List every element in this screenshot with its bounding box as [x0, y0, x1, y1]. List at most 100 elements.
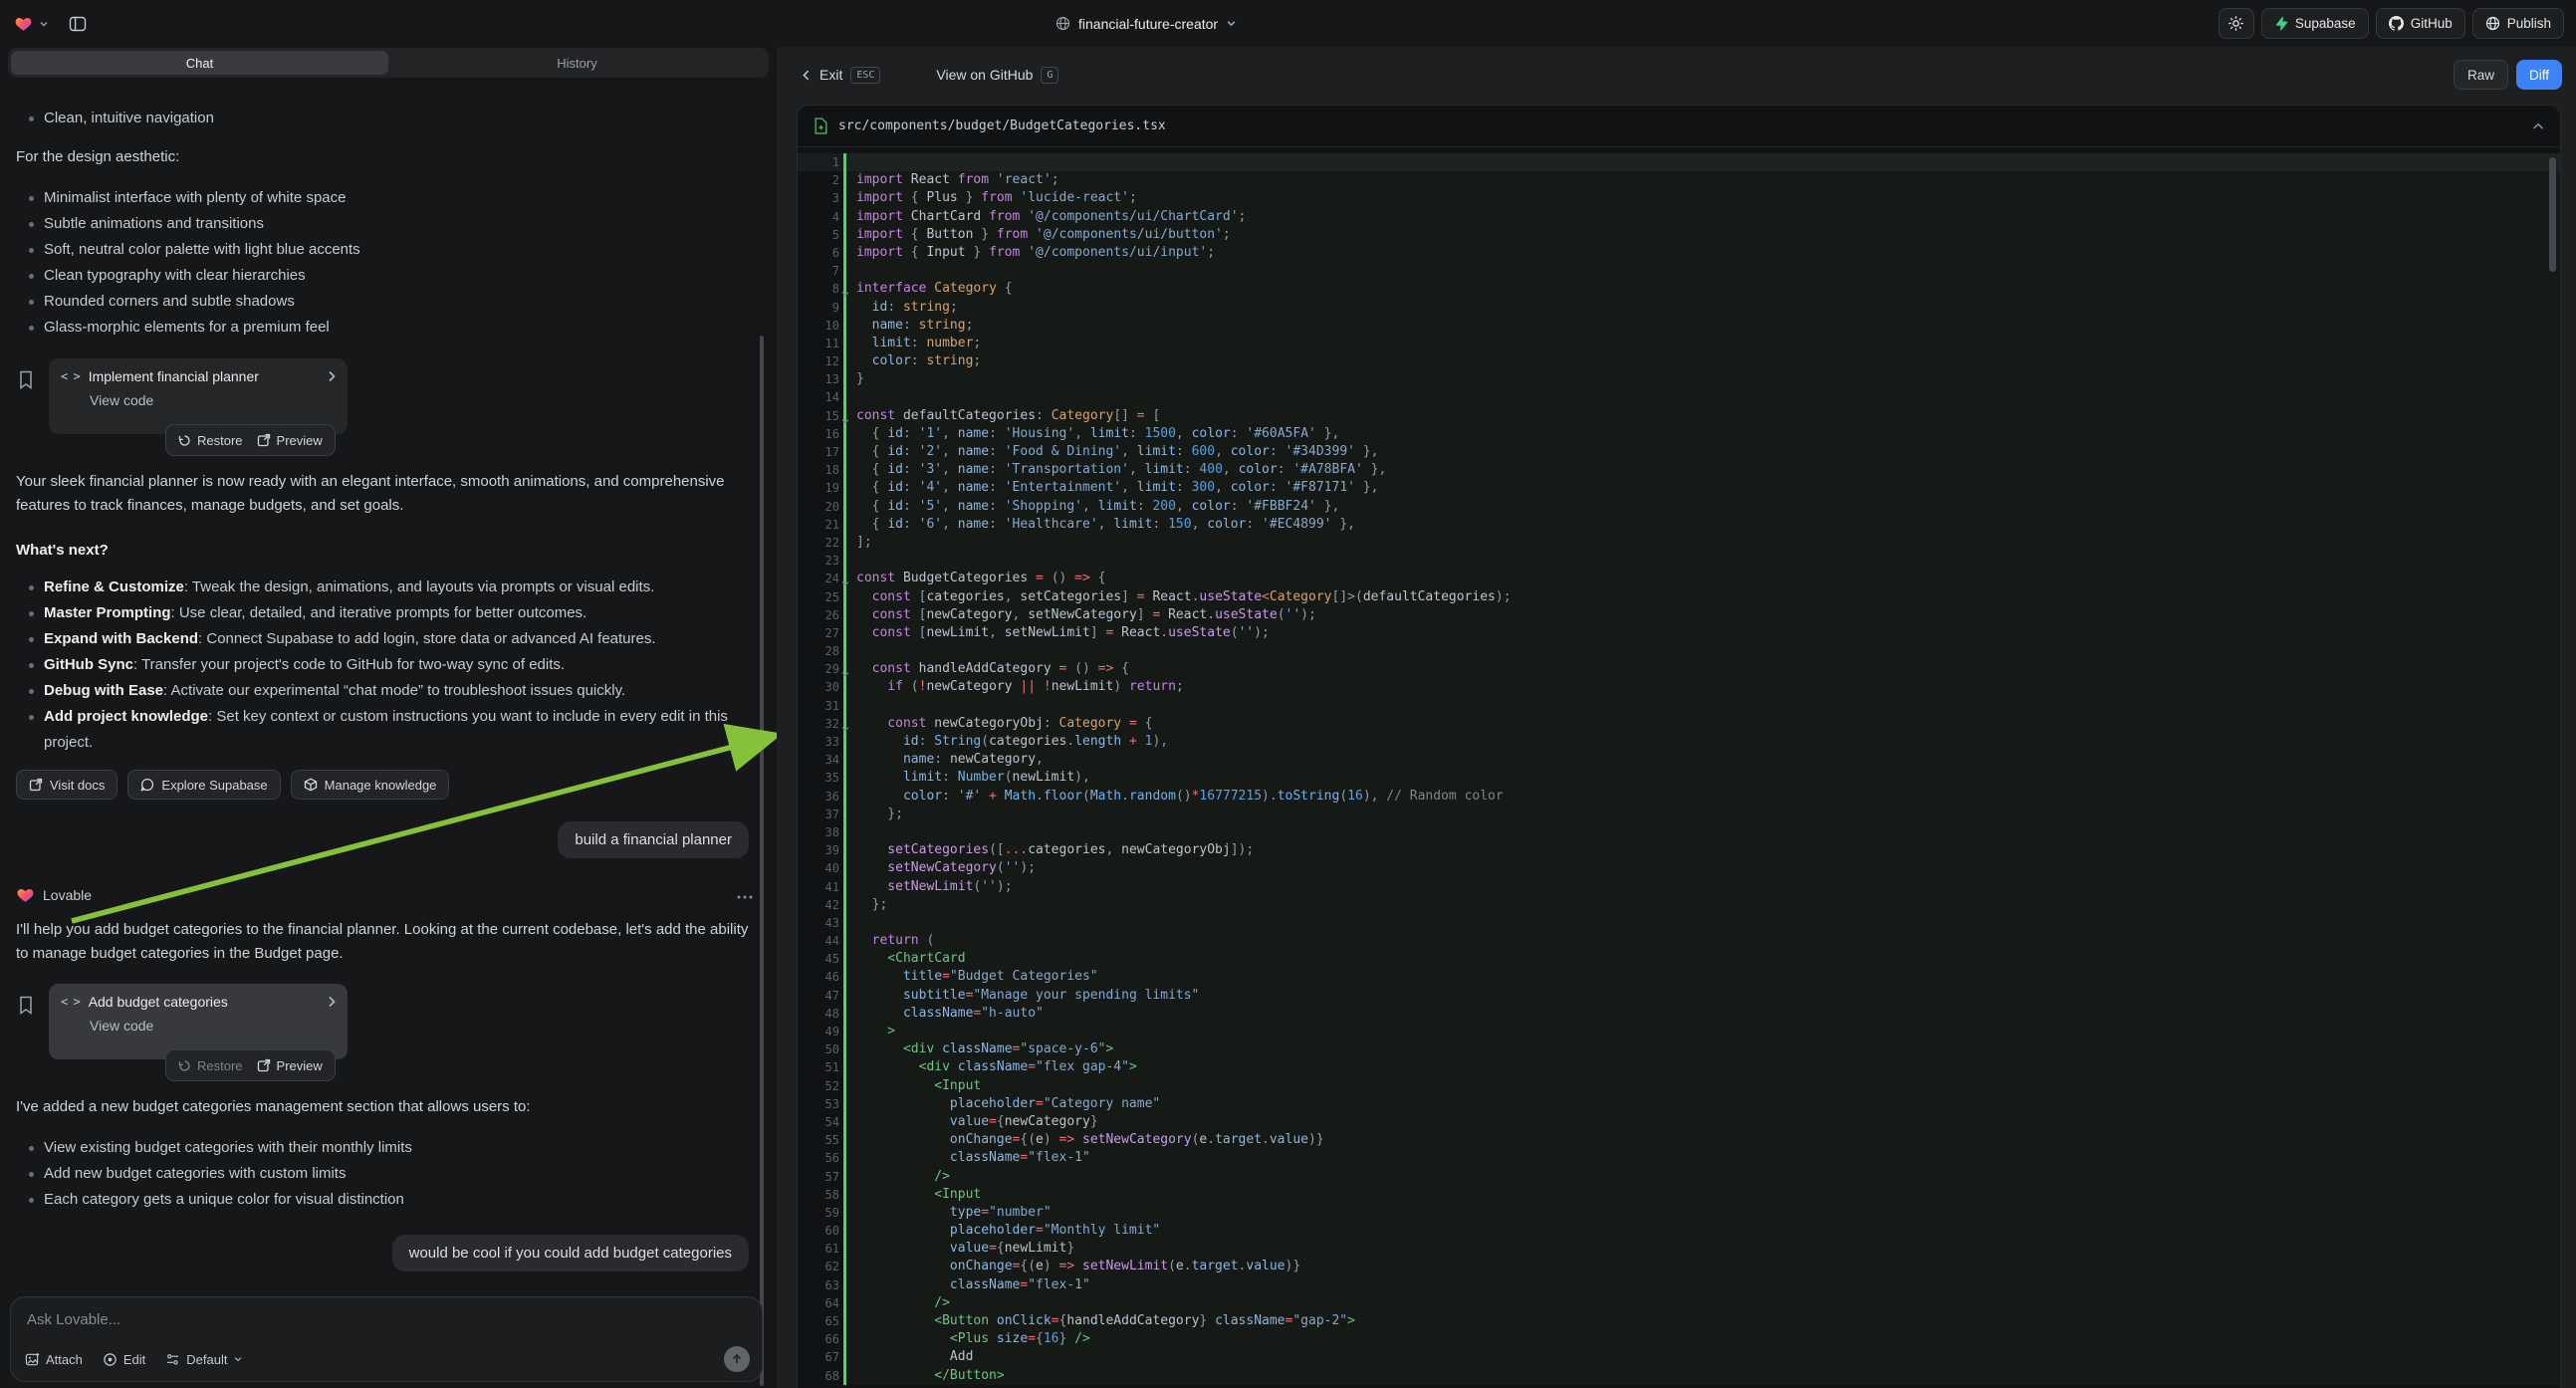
- settings-gear-button[interactable]: [2219, 8, 2254, 39]
- workspace-chevron-down-icon[interactable]: [39, 19, 49, 29]
- assistant-header: Lovable: [16, 886, 757, 904]
- code-line: 5import { Button } from '@/components/ui…: [798, 226, 2560, 244]
- code-line: 38: [798, 823, 2560, 841]
- code-text: return (: [846, 932, 2560, 950]
- bullet-dot-icon: [29, 689, 34, 694]
- raw-toggle-button[interactable]: Raw: [2454, 60, 2508, 90]
- version-card[interactable]: < >Add budget categoriesView code: [49, 984, 348, 1059]
- code-view-header: Exit ESC View on GitHub G Raw Diff: [777, 47, 2576, 103]
- exit-button[interactable]: Exit ESC: [801, 67, 880, 84]
- code-text: { id: '4', name: 'Entertainment', limit:…: [846, 479, 2560, 497]
- github-button[interactable]: GitHub: [2376, 8, 2465, 39]
- code-text: onChange={(e) => setNewCategory(e.target…: [846, 1131, 2560, 1149]
- preview-icon: [257, 1058, 271, 1072]
- code-text: <ChartCard: [846, 950, 2560, 968]
- line-number: 21: [798, 516, 843, 534]
- code-text: { id: '2', name: 'Food & Dining', limit:…: [846, 443, 2560, 461]
- restore-button[interactable]: Restore: [178, 433, 243, 448]
- collapse-chevron-up-icon[interactable]: [2532, 122, 2544, 130]
- message-options-icon[interactable]: [737, 886, 753, 904]
- supabase-button[interactable]: Supabase: [2261, 8, 2369, 39]
- code-line: 66 <Plus size={16} />: [798, 1330, 2560, 1348]
- restore-button[interactable]: Restore: [178, 1058, 243, 1073]
- lovable-logo-heart-icon[interactable]: [14, 15, 33, 33]
- code-line: 57 />: [798, 1168, 2560, 1186]
- code-line: 46 title="Budget Categories": [798, 968, 2560, 986]
- bullet-dot-icon: [29, 196, 34, 201]
- bookmark-icon[interactable]: [18, 996, 34, 1020]
- chat-input[interactable]: Ask Lovable...: [27, 1311, 748, 1328]
- code-line: 22];: [798, 534, 2560, 552]
- project-switcher[interactable]: financial-future-creator: [1055, 0, 1237, 47]
- mode-select-default[interactable]: Default: [165, 1352, 243, 1367]
- code-line: 3import { Plus } from 'lucide-react';: [798, 189, 2560, 207]
- code-text: [846, 552, 2560, 570]
- line-number: 11: [798, 335, 843, 352]
- list-item-text: Debug with Ease: Activate our experiment…: [44, 678, 625, 704]
- code-text: <div className="flex gap-4">: [846, 1058, 2560, 1076]
- file-header[interactable]: src/components/budget/BudgetCategories.t…: [798, 106, 2560, 147]
- edit-select-button[interactable]: Edit: [103, 1352, 145, 1367]
- diff-toggle-button[interactable]: Diff: [2516, 60, 2562, 90]
- explore-supabase-button[interactable]: Explore Supabase: [127, 770, 280, 800]
- attach-button[interactable]: Attach: [25, 1352, 83, 1367]
- code-line: 30 if (!newCategory || !newLimit) return…: [798, 678, 2560, 696]
- line-number: 5: [798, 226, 843, 244]
- tab-history[interactable]: History: [388, 51, 766, 75]
- code-line: 51 <div className="flex gap-4">: [798, 1058, 2560, 1076]
- visit-docs-button[interactable]: Visit docs: [16, 770, 117, 800]
- line-number: 45: [798, 950, 843, 968]
- code-line: 47 subtitle="Manage your spending limits…: [798, 987, 2560, 1005]
- code-icon: < >: [61, 369, 80, 383]
- line-number: 39: [798, 841, 843, 859]
- line-number: 59: [798, 1204, 843, 1222]
- preview-button[interactable]: Preview: [257, 1058, 323, 1073]
- list-item: Minimalist interface with plenty of whit…: [16, 185, 757, 211]
- view-code-link[interactable]: View code: [90, 392, 336, 408]
- line-number: 60: [798, 1222, 843, 1240]
- chip-label: Visit docs: [50, 778, 105, 793]
- chevron-right-icon: [328, 996, 336, 1008]
- line-number: 61: [798, 1240, 843, 1258]
- line-number: 16: [798, 425, 843, 443]
- chat-composer[interactable]: Ask Lovable... Attach Edit Default: [10, 1296, 763, 1382]
- publish-globe-icon: [2485, 16, 2500, 31]
- code-text: const [newCategory, setNewCategory] = Re…: [846, 606, 2560, 624]
- preview-button[interactable]: Preview: [257, 433, 323, 448]
- send-button[interactable]: [724, 1346, 750, 1372]
- code-line: 6import { Input } from '@/components/ui/…: [798, 244, 2560, 262]
- version-card[interactable]: < > Implement financial planner View code: [49, 358, 348, 434]
- version-card-title: Add budget categories: [89, 994, 319, 1010]
- view-code-link[interactable]: View code: [90, 1018, 336, 1034]
- list-item-text: Glass-morphic elements for a premium fee…: [44, 315, 330, 341]
- list-item-text: Clean, intuitive navigation: [44, 106, 214, 131]
- publish-button[interactable]: Publish: [2472, 8, 2564, 39]
- code-line: 52 <Input: [798, 1077, 2560, 1095]
- version-card-title: Implement financial planner: [89, 368, 319, 384]
- restore-preview-toolbar: Restore Preview: [165, 1049, 336, 1081]
- lovable-heart-icon: [16, 886, 35, 904]
- code-line: 54 value={newCategory}: [798, 1113, 2560, 1131]
- esc-shortcut-badge: ESC: [850, 67, 880, 84]
- code-text: { id: '5', name: 'Shopping', limit: 200,…: [846, 498, 2560, 516]
- view-on-github-link[interactable]: View on GitHub G: [936, 67, 1058, 84]
- bookmark-icon[interactable]: [18, 370, 34, 394]
- restore-preview-toolbar: Restore Preview: [165, 424, 336, 456]
- sidebar-toggle-icon[interactable]: [69, 8, 87, 39]
- chat-scrollbar[interactable]: [760, 336, 764, 1386]
- assistant-paragraph: I've added a new budget categories manag…: [16, 1095, 753, 1119]
- line-number: 56: [798, 1149, 843, 1167]
- code-text: };: [846, 806, 2560, 823]
- manage-knowledge-button[interactable]: Manage knowledge: [291, 770, 450, 800]
- code-text: };: [846, 896, 2560, 914]
- list-item: Clean typography with clear hierarchies: [16, 263, 757, 289]
- list-item: Each category gets a unique color for vi…: [16, 1187, 757, 1213]
- tab-chat[interactable]: Chat: [11, 51, 388, 75]
- line-number: 51: [798, 1058, 843, 1076]
- version-card-top: < > Implement financial planner: [61, 368, 336, 384]
- line-number: 30: [798, 678, 843, 696]
- code-text: id: String(categories.length + 1),: [846, 733, 2560, 751]
- code-scrollbar[interactable]: [2549, 157, 2556, 272]
- code-text: [846, 153, 2560, 171]
- line-number: 49: [798, 1023, 843, 1041]
